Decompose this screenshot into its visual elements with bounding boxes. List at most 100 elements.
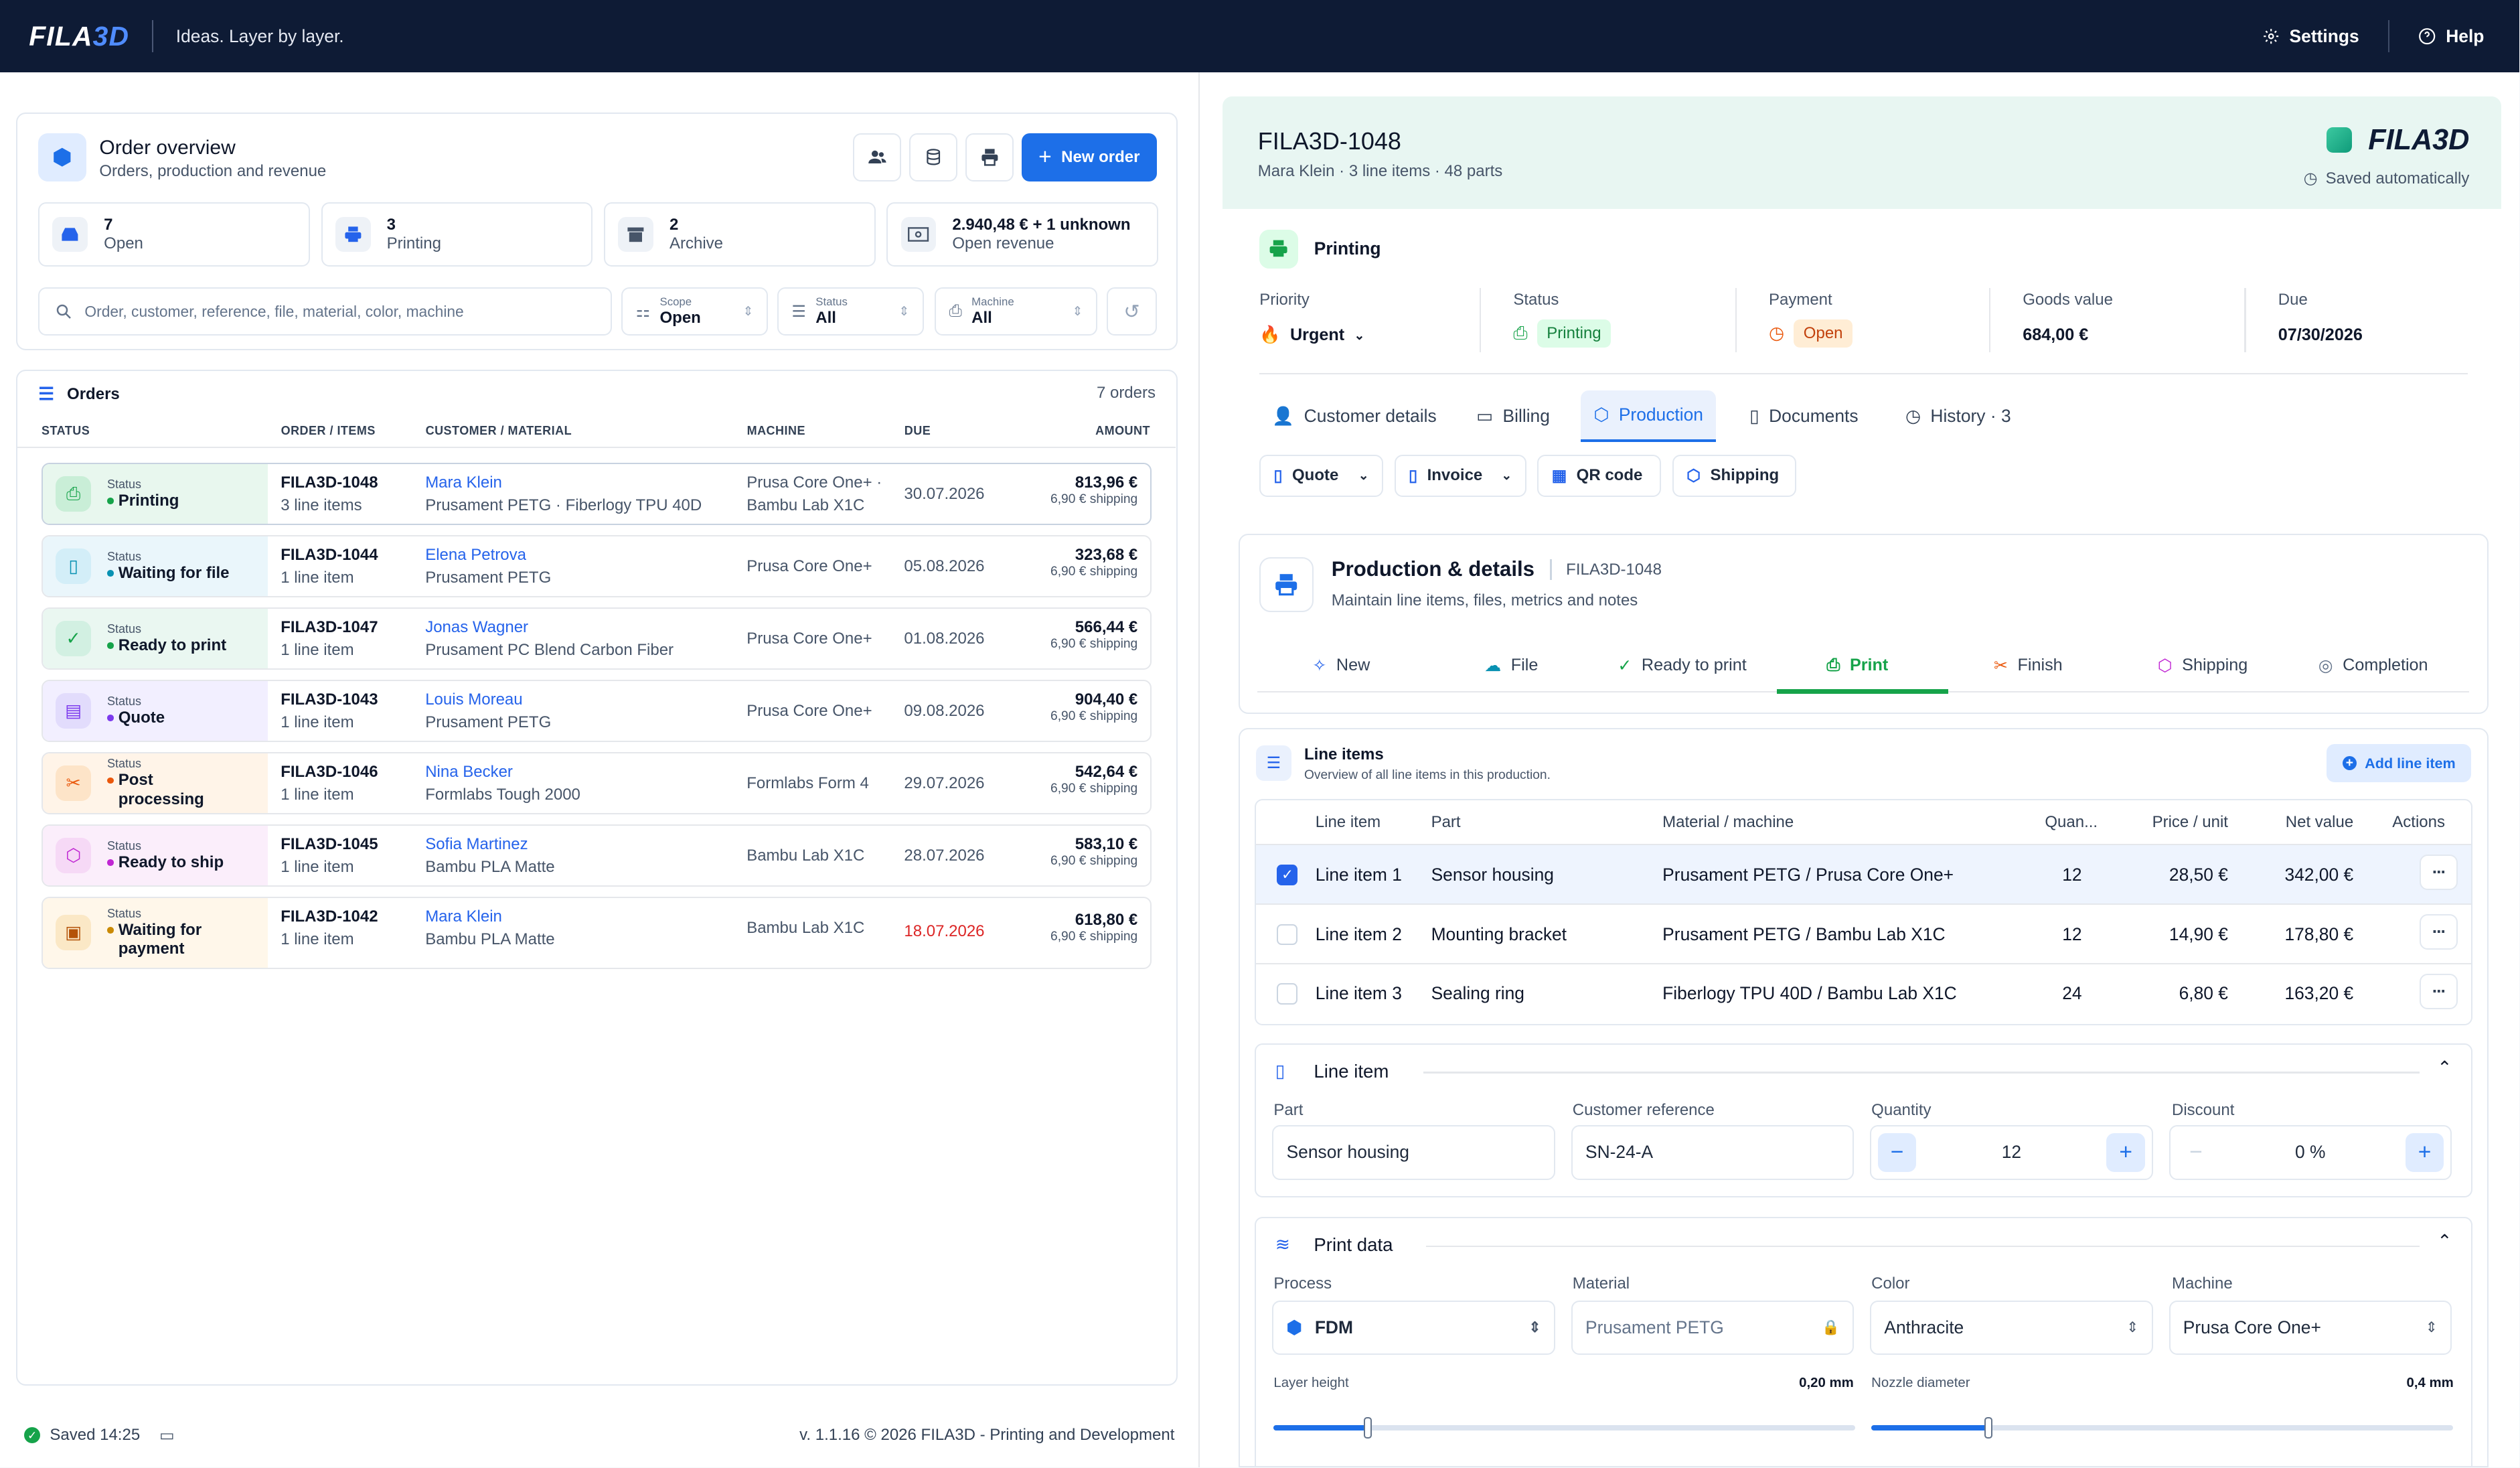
help-button[interactable]: Help (2412, 26, 2491, 47)
stat-archive[interactable]: 2 Archive (604, 202, 876, 267)
order-items: 1 line item (281, 785, 354, 804)
color-select[interactable]: Anthracite ⇕ (1870, 1300, 2153, 1355)
table-row[interactable]: ✂ Status Post processing FILA3D-1046 1 l… (42, 751, 1152, 815)
app-logo[interactable]: FILA3D (29, 21, 129, 52)
customer-link[interactable]: Louis Moreau (425, 690, 522, 709)
plus-button[interactable]: + (2405, 1133, 2444, 1172)
database-button[interactable] (909, 133, 957, 181)
table-row[interactable]: ✓ Status Ready to print FILA3D-1047 1 li… (42, 607, 1152, 670)
tab-production[interactable]: ⬡ Production (1581, 390, 1717, 442)
minus-button[interactable]: − (2177, 1133, 2215, 1172)
nozzle-diameter-slider[interactable] (1871, 1417, 2453, 1439)
column-header[interactable]: DUE (904, 424, 931, 438)
table-row[interactable]: ⬡ Status Ready to ship FILA3D-1045 1 lin… (42, 824, 1152, 887)
amount: 583,10 € (1075, 835, 1138, 854)
order-items: 3 line items (281, 496, 362, 514)
customers-button[interactable] (853, 133, 901, 181)
column-header[interactable]: ORDER / ITEMS (281, 424, 376, 438)
settings-button[interactable]: Settings (2256, 26, 2365, 47)
filter-key: Machine (971, 295, 1014, 309)
field-priority[interactable]: Priority 🔥 Urgent ⌄ (1259, 291, 1364, 345)
customer-link[interactable]: Mara Klein (425, 473, 502, 492)
step-ready-to-print[interactable]: ✓ Ready to print (1618, 643, 1746, 688)
step-print[interactable]: ⎙ Print (1826, 643, 1888, 688)
tab-history[interactable]: ◷ History · 3 (1893, 390, 2024, 442)
line-item-row[interactable]: Line item 2 Mounting bracket Prusament P… (1255, 904, 2472, 964)
more-actions-button[interactable]: ··· (2419, 973, 2458, 1009)
slider-handle[interactable] (1363, 1417, 1372, 1439)
machine-text: Bambu Lab X1C (746, 846, 865, 865)
step-completion[interactable]: ◎ Completion (2318, 643, 2428, 688)
line-item-row[interactable]: ✓ Line item 1 Sensor housing Prusament P… (1255, 845, 2472, 905)
quantity-stepper[interactable]: − 12 + (1870, 1125, 2153, 1180)
new-order-button[interactable]: + New order (1022, 133, 1157, 181)
search-input[interactable]: Order, customer, reference, file, materi… (38, 287, 612, 336)
shipping-pill[interactable]: ⬡ Shipping (1672, 455, 1796, 497)
scope-select[interactable]: ⚏ Scope Open ⇕ (621, 287, 768, 336)
divider (1426, 1245, 2420, 1247)
step-file[interactable]: ☁ File (1484, 643, 1538, 688)
quote-pill[interactable]: ▯ Quote ⌄ (1259, 455, 1383, 497)
field-label: Process (1273, 1274, 1332, 1293)
row-checkbox[interactable]: ✓ (1277, 864, 1298, 885)
process-select[interactable]: ⬢ FDM ⇕ (1272, 1300, 1555, 1355)
machine-select[interactable]: ⎙ Machine All ⇕ (935, 287, 1097, 336)
minus-button[interactable]: − (1877, 1133, 1917, 1172)
row-checkbox[interactable] (1277, 924, 1298, 945)
line-item-net: 178,80 € (2284, 924, 2354, 944)
reset-filter-button[interactable]: ↺ (1107, 287, 1157, 336)
customer-link[interactable]: Jonas Wagner (425, 618, 528, 637)
customer-link[interactable]: Elena Petrova (425, 546, 526, 565)
customer-link[interactable]: Nina Becker (425, 763, 513, 782)
add-line-item-button[interactable]: + Add line item (2327, 743, 2472, 783)
stat-printing[interactable]: 3 Printing (321, 202, 593, 267)
chevron-updown-icon: ⇕ (2126, 1319, 2139, 1336)
line-item-row[interactable]: Line item 3 Sealing ring Fiberlogy TPU 4… (1255, 964, 2472, 1024)
step-new[interactable]: ✧ New (1312, 643, 1370, 688)
machine-select[interactable]: Prusa Core One+ ⇕ (2169, 1300, 2452, 1355)
table-row[interactable]: ▤ Status Quote FILA3D-1043 1 line item L… (42, 679, 1152, 743)
divider (1259, 372, 2468, 375)
column-header[interactable]: STATUS (42, 424, 90, 438)
step-label: New (1336, 656, 1370, 675)
customer-reference-input[interactable]: SN-24-A (1571, 1125, 1855, 1180)
discount-stepper[interactable]: − 0 % + (2169, 1125, 2452, 1180)
column-header[interactable]: CUSTOMER / MATERIAL (426, 424, 572, 438)
step-shipping[interactable]: ⬡ Shipping (2158, 643, 2248, 688)
stat-revenue[interactable]: 2.940,48 € + 1 unknown Open revenue (886, 202, 1158, 267)
part-input[interactable]: Sensor housing (1272, 1125, 1555, 1180)
chevron-up-icon[interactable]: ⌃ (2437, 1231, 2452, 1252)
customer-link[interactable]: Sofia Martinez (425, 835, 528, 854)
more-actions-button[interactable]: ··· (2419, 855, 2458, 891)
order-items: 1 line item (281, 713, 354, 731)
column-header[interactable]: MACHINE (747, 424, 805, 438)
layer-height-slider[interactable] (1273, 1417, 1856, 1439)
table-row[interactable]: ▯ Status Waiting for file FILA3D-1044 1 … (42, 534, 1152, 598)
folder-icon[interactable]: ▭ (159, 1426, 175, 1445)
column-header[interactable]: AMOUNT (1095, 424, 1150, 438)
field-label: Part (1273, 1100, 1304, 1119)
slider-handle[interactable] (1984, 1417, 1993, 1439)
tab-customer-details[interactable]: 👤 Customer details (1259, 390, 1449, 442)
table-row[interactable]: ⎙ Status Printing FILA3D-1048 3 line ite… (42, 462, 1152, 526)
row-checkbox[interactable] (1277, 983, 1298, 1005)
archive-icon (618, 216, 653, 252)
more-actions-button[interactable]: ··· (2419, 914, 2458, 950)
step-finish[interactable]: ✂ Finish (1994, 643, 2063, 688)
table-row[interactable]: ▣ Status Waiting for payment FILA3D-1042… (42, 896, 1152, 969)
amount: 904,40 € (1075, 690, 1138, 709)
status-select[interactable]: ☰ Status All ⇕ (777, 287, 924, 336)
layer-height-value: 0,20 mm (1799, 1375, 1854, 1390)
field-value: 684,00 € (2023, 325, 2089, 345)
stat-open[interactable]: 7 Open (38, 202, 310, 267)
customer-link[interactable]: Mara Klein (425, 907, 502, 926)
chevron-up-icon[interactable]: ⌃ (2437, 1057, 2452, 1078)
qr-code-pill[interactable]: ▦ QR code (1537, 455, 1662, 497)
tab-documents[interactable]: ▯ Documents (1737, 390, 1871, 442)
tab-billing[interactable]: ▭ Billing (1464, 390, 1563, 442)
printer-button[interactable] (965, 133, 1014, 181)
invoice-pill[interactable]: ▯ Invoice ⌄ (1394, 455, 1526, 497)
order-id: FILA3D-1043 (281, 690, 378, 709)
top-bar: FILA3D Ideas. Layer by layer. Settings H… (0, 0, 2520, 72)
plus-button[interactable]: + (2106, 1133, 2145, 1172)
